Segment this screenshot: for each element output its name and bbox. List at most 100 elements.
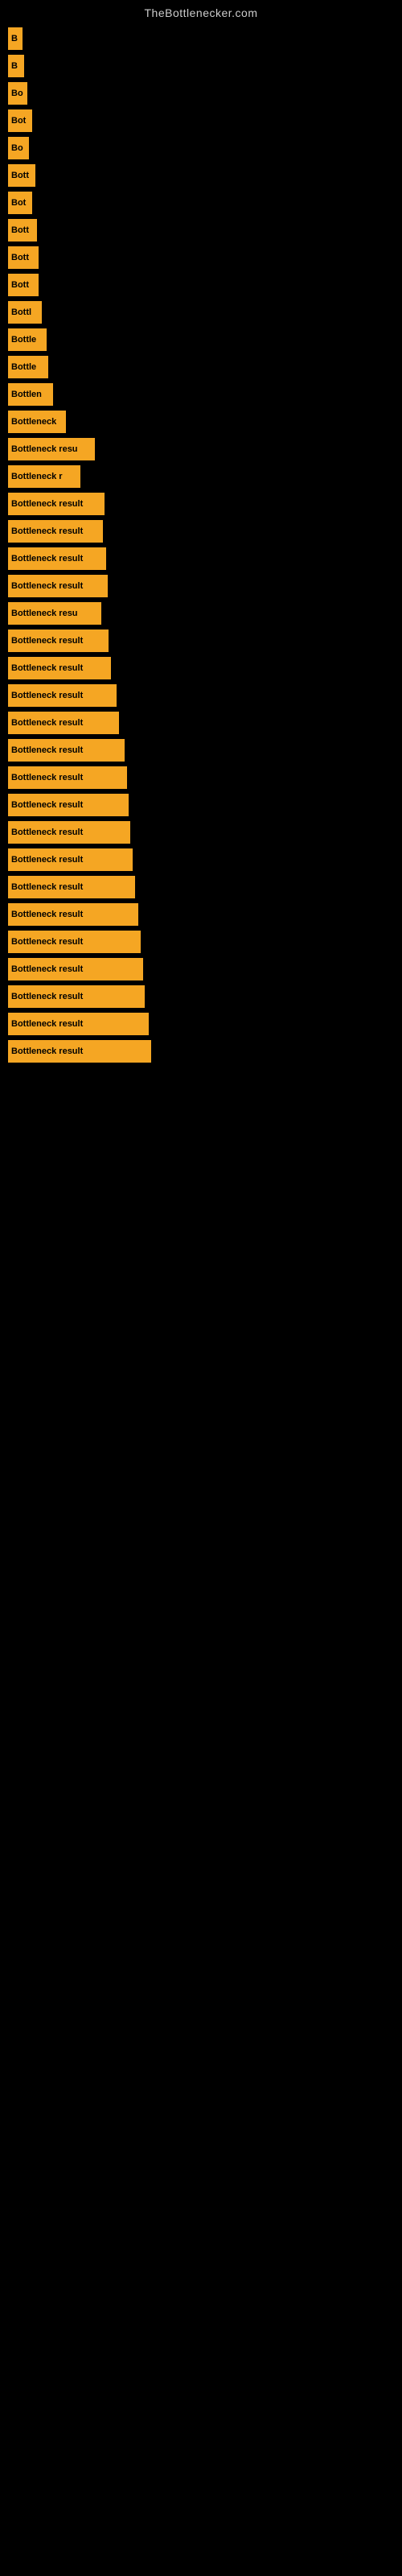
bar-row-23: Bottleneck result [0, 657, 402, 679]
bar-0: B [8, 27, 23, 50]
bar-9: Bott [8, 274, 39, 296]
bar-label-20: Bottleneck result [11, 581, 83, 591]
bar-label-37: Bottleneck result [11, 1046, 83, 1056]
bar-row-24: Bottleneck result [0, 684, 402, 707]
bar-34: Bottleneck result [8, 958, 143, 980]
bar-label-28: Bottleneck result [11, 800, 83, 810]
bar-label-35: Bottleneck result [11, 992, 83, 1001]
bar-label-22: Bottleneck result [11, 636, 83, 646]
bar-label-34: Bottleneck result [11, 964, 83, 974]
bar-12: Bottle [8, 356, 48, 378]
bar-21: Bottleneck resu [8, 602, 101, 625]
bar-label-26: Bottleneck result [11, 745, 83, 755]
bar-label-31: Bottleneck result [11, 882, 83, 892]
bar-label-30: Bottleneck result [11, 855, 83, 865]
bar-6: Bot [8, 192, 32, 214]
bar-29: Bottleneck result [8, 821, 130, 844]
bar-label-27: Bottleneck result [11, 773, 83, 782]
bar-row-36: Bottleneck result [0, 1013, 402, 1035]
bar-17: Bottleneck result [8, 493, 105, 515]
bar-row-35: Bottleneck result [0, 985, 402, 1008]
bar-label-25: Bottleneck result [11, 718, 83, 728]
bar-row-0: B [0, 27, 402, 50]
bar-label-17: Bottleneck result [11, 499, 83, 509]
bar-label-0: B [11, 34, 18, 43]
bar-label-4: Bo [11, 143, 23, 153]
bar-row-37: Bottleneck result [0, 1040, 402, 1063]
bar-row-19: Bottleneck result [0, 547, 402, 570]
bar-27: Bottleneck result [8, 766, 127, 789]
bar-row-30: Bottleneck result [0, 848, 402, 871]
bar-label-11: Bottle [11, 335, 36, 345]
bar-label-33: Bottleneck result [11, 937, 83, 947]
bar-26: Bottleneck result [8, 739, 125, 762]
bar-row-5: Bott [0, 164, 402, 187]
bar-16: Bottleneck r [8, 465, 80, 488]
bar-row-33: Bottleneck result [0, 931, 402, 953]
bar-25: Bottleneck result [8, 712, 119, 734]
bar-row-12: Bottle [0, 356, 402, 378]
bar-18: Bottleneck result [8, 520, 103, 543]
bar-10: Bottl [8, 301, 42, 324]
bar-row-31: Bottleneck result [0, 876, 402, 898]
bar-row-26: Bottleneck result [0, 739, 402, 762]
bar-label-8: Bott [11, 253, 29, 262]
site-title: TheBottlenecker.com [0, 0, 402, 23]
bar-label-7: Bott [11, 225, 29, 235]
bar-7: Bott [8, 219, 37, 242]
bar-row-25: Bottleneck result [0, 712, 402, 734]
bar-20: Bottleneck result [8, 575, 108, 597]
bar-35: Bottleneck result [8, 985, 145, 1008]
bar-row-34: Bottleneck result [0, 958, 402, 980]
bar-label-19: Bottleneck result [11, 554, 83, 564]
bar-row-11: Bottle [0, 328, 402, 351]
bar-row-2: Bo [0, 82, 402, 105]
bar-row-4: Bo [0, 137, 402, 159]
bar-37: Bottleneck result [8, 1040, 151, 1063]
bar-label-6: Bot [11, 198, 26, 208]
bar-label-2: Bo [11, 89, 23, 98]
bar-22: Bottleneck result [8, 630, 109, 652]
bar-13: Bottlen [8, 383, 53, 406]
bar-label-21: Bottleneck resu [11, 609, 78, 618]
bar-23: Bottleneck result [8, 657, 111, 679]
bar-row-22: Bottleneck result [0, 630, 402, 652]
bar-row-7: Bott [0, 219, 402, 242]
bar-11: Bottle [8, 328, 47, 351]
bar-row-18: Bottleneck result [0, 520, 402, 543]
bar-label-9: Bott [11, 280, 29, 290]
bar-row-28: Bottleneck result [0, 794, 402, 816]
bar-label-36: Bottleneck result [11, 1019, 83, 1029]
bar-24: Bottleneck result [8, 684, 117, 707]
bar-row-6: Bot [0, 192, 402, 214]
bar-row-13: Bottlen [0, 383, 402, 406]
bar-14: Bottleneck [8, 411, 66, 433]
bar-label-13: Bottlen [11, 390, 42, 399]
bar-row-3: Bot [0, 109, 402, 132]
bar-33: Bottleneck result [8, 931, 141, 953]
bar-label-1: B [11, 61, 18, 71]
bar-32: Bottleneck result [8, 903, 138, 926]
bar-31: Bottleneck result [8, 876, 135, 898]
bar-5: Bott [8, 164, 35, 187]
bar-19: Bottleneck result [8, 547, 106, 570]
bar-4: Bo [8, 137, 29, 159]
bar-row-16: Bottleneck r [0, 465, 402, 488]
bars-container: B B Bo Bot Bo Bott Bot Bott Bott Bott Bottl Bottle B… [0, 27, 402, 1063]
bar-label-10: Bottl [11, 308, 31, 317]
bar-row-17: Bottleneck result [0, 493, 402, 515]
bar-label-32: Bottleneck result [11, 910, 83, 919]
bar-row-29: Bottleneck result [0, 821, 402, 844]
bar-row-15: Bottleneck resu [0, 438, 402, 460]
bar-row-20: Bottleneck result [0, 575, 402, 597]
bar-30: Bottleneck result [8, 848, 133, 871]
bar-label-18: Bottleneck result [11, 526, 83, 536]
bar-15: Bottleneck resu [8, 438, 95, 460]
bar-row-21: Bottleneck resu [0, 602, 402, 625]
bar-8: Bott [8, 246, 39, 269]
bar-label-23: Bottleneck result [11, 663, 83, 673]
bar-label-29: Bottleneck result [11, 828, 83, 837]
bar-36: Bottleneck result [8, 1013, 149, 1035]
bar-label-5: Bott [11, 171, 29, 180]
bar-label-12: Bottle [11, 362, 36, 372]
